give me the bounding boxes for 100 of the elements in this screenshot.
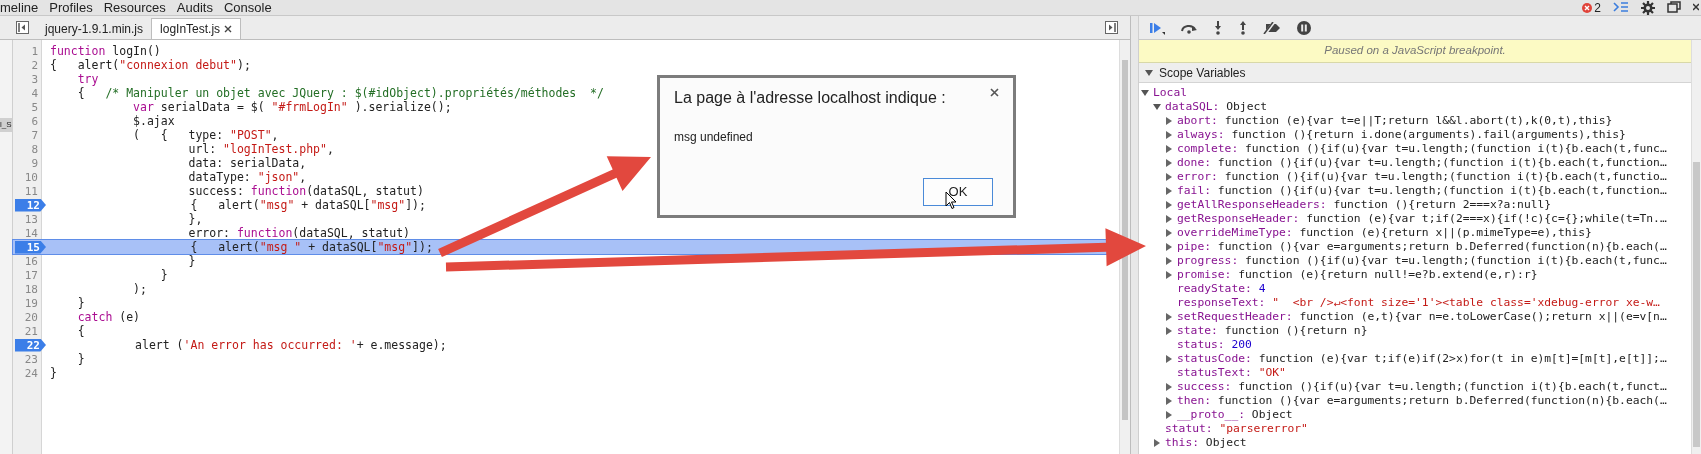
line-number[interactable]: 4 xyxy=(13,86,44,100)
disclosure-triangle-icon[interactable] xyxy=(1165,327,1173,335)
code-line: } xyxy=(159,268,168,282)
variable-entry: responseText: " <br />↵<font size='1'><table class='xdebug-error xe-w… xyxy=(1177,296,1660,310)
error-icon xyxy=(1582,2,1593,13)
code-line: url: "logInTest.php", xyxy=(187,142,334,156)
line-number[interactable]: 13 xyxy=(13,212,44,226)
line-number[interactable]: 3 xyxy=(13,72,44,86)
menu-tab[interactable]: Resources xyxy=(103,0,166,16)
code-line: $.ajax xyxy=(132,114,175,128)
line-number[interactable]: 5 xyxy=(13,100,44,114)
scrollbar[interactable] xyxy=(1691,40,1701,454)
menu-tab[interactable]: Profiles xyxy=(49,0,93,16)
navigator-toggle-icon[interactable] xyxy=(16,21,29,34)
file-list-item[interactable]: l_S xyxy=(0,118,12,132)
line-number[interactable]: 8 xyxy=(13,142,44,156)
step-out-icon[interactable] xyxy=(1238,20,1248,35)
pause-icon[interactable] xyxy=(1297,20,1311,35)
close-icon[interactable] xyxy=(990,88,999,97)
disclosure-triangle-icon[interactable] xyxy=(1165,243,1173,251)
code-line: } xyxy=(76,296,85,310)
close-icon[interactable] xyxy=(1693,2,1699,13)
disclosure-triangle-icon[interactable] xyxy=(1165,145,1173,153)
menu-tab[interactable]: Console xyxy=(223,0,272,16)
variable-entry: fail: function (){if(u){var t=u.length;(function i(t){b.each(t,function… xyxy=(1177,184,1667,198)
disclosure-triangle-icon[interactable] xyxy=(1153,103,1161,111)
disclosure-triangle-icon[interactable] xyxy=(1153,439,1161,447)
code-line: } xyxy=(76,352,85,366)
disclosure-triangle-icon[interactable] xyxy=(1165,159,1173,167)
variable-entry: statusCode: function (e){var t;if(e)if(2>x)for(t in e)m[t]=[m[t],e[t]];… xyxy=(1177,352,1667,366)
line-number[interactable]: 24 xyxy=(13,366,44,380)
dialog-message: msg undefined xyxy=(674,129,754,146)
line-number[interactable]: 10 xyxy=(13,170,44,184)
step-into-icon[interactable] xyxy=(1213,20,1223,35)
line-number[interactable]: 1 xyxy=(13,44,44,58)
line-number[interactable]: 18 xyxy=(13,282,44,296)
line-number[interactable]: 14 xyxy=(13,226,44,240)
deactivate-breakpoints-icon[interactable] xyxy=(1263,21,1282,34)
code-line: { /* Manipuler un objet avec JQuery : $(#idObject).propriétés/méthodes */ xyxy=(76,86,604,100)
paused-banner-text: Paused on a JavaScript breakpoint. xyxy=(1324,43,1506,59)
variable-entry: success: function (){if(u){var t=u.length;(function i(t){b.each(t,funct… xyxy=(1177,380,1667,394)
line-number[interactable]: 11 xyxy=(13,184,44,198)
menu-tab[interactable]: meline xyxy=(0,0,39,16)
scrollbar[interactable] xyxy=(1119,40,1130,454)
code-line: function logIn() xyxy=(49,44,161,58)
variable-entry: readyState: 4 xyxy=(1177,282,1266,296)
line-number[interactable]: 2 xyxy=(13,58,44,72)
disclosure-triangle-icon[interactable] xyxy=(1165,383,1173,391)
variable-entry: this: Object xyxy=(1165,436,1247,450)
disclosure-triangle-icon[interactable] xyxy=(1165,131,1173,139)
code-line: dataType: "json", xyxy=(187,170,307,184)
line-number[interactable]: 19 xyxy=(13,296,44,310)
disclosure-triangle-icon[interactable] xyxy=(1165,173,1173,181)
file-tab[interactable]: jquery-1.9.1.min.js xyxy=(37,18,152,39)
disclosure-triangle-icon[interactable] xyxy=(1165,117,1173,125)
line-number[interactable]: 15 xyxy=(15,240,46,254)
disclosure-triangle-icon[interactable] xyxy=(1165,215,1173,223)
menu-tab[interactable]: Audits xyxy=(176,0,213,16)
disclosure-triangle-icon[interactable] xyxy=(1165,313,1173,321)
line-number[interactable]: 9 xyxy=(13,156,44,170)
line-number[interactable]: 7 xyxy=(13,128,44,142)
disclosure-triangle-icon[interactable] xyxy=(1165,271,1173,279)
resume-icon[interactable] xyxy=(1149,20,1165,35)
disclosure-triangle-icon[interactable] xyxy=(1165,187,1173,195)
console-drawer-icon[interactable] xyxy=(1613,1,1629,14)
line-number[interactable]: 6 xyxy=(13,114,44,128)
line-number[interactable]: 16 xyxy=(13,254,44,268)
disclosure-triangle-icon[interactable] xyxy=(1145,68,1153,77)
disclosure-triangle-icon[interactable] xyxy=(1141,89,1149,97)
variable-entry: progress: function (){if(u){var t=u.length;(function i(t){b.each(t,func… xyxy=(1177,254,1667,268)
splitter[interactable] xyxy=(1131,16,1139,454)
code-line: success: function(dataSQL, statut) xyxy=(187,184,424,198)
disclosure-triangle-icon[interactable] xyxy=(1165,229,1173,237)
variable-entry: pipe: function (){var e=arguments;return b.Deferred(function(n){b.each(… xyxy=(1177,240,1667,254)
line-number[interactable]: 23 xyxy=(13,352,44,366)
variable-entry: setRequestHeader: function (e,t){var n=e.toLowerCase();return x||(e=v[n… xyxy=(1177,310,1667,324)
close-icon[interactable] xyxy=(224,25,233,33)
disclosure-triangle-icon[interactable] xyxy=(1165,355,1173,363)
variable-entry: dataSQL: Object xyxy=(1165,100,1268,114)
disclosure-triangle-icon[interactable] xyxy=(1165,397,1173,405)
dock-icon[interactable] xyxy=(1667,1,1681,14)
variable-entry: overrideMimeType: function (e){return x||(p.mimeType=e),this} xyxy=(1177,226,1592,240)
settings-icon[interactable] xyxy=(1641,0,1655,15)
disclosure-triangle-icon[interactable] xyxy=(1165,201,1173,209)
section-header[interactable]: Scope Variables xyxy=(1139,63,1691,83)
code-line: alert ('An error has occurred: '+ e.message); xyxy=(134,338,447,352)
code-line: data: serialData, xyxy=(187,156,307,170)
panel-toggle-icon[interactable] xyxy=(1105,21,1118,34)
line-number[interactable]: 21 xyxy=(13,324,44,338)
disclosure-triangle-icon[interactable] xyxy=(1165,411,1173,419)
line-number[interactable]: 17 xyxy=(13,268,44,282)
error-count[interactable]: 2 xyxy=(1582,0,1601,17)
line-number[interactable]: 20 xyxy=(13,310,44,324)
code-line: ); xyxy=(132,282,147,296)
disclosure-triangle-icon[interactable] xyxy=(1165,257,1173,265)
variable-entry: statusText: "OK" xyxy=(1177,366,1286,380)
code-line: { xyxy=(76,324,85,338)
file-tab[interactable]: logInTest.js xyxy=(151,18,242,39)
ok-button[interactable]: OK xyxy=(923,178,993,206)
variable-entry: Local xyxy=(1153,86,1188,100)
